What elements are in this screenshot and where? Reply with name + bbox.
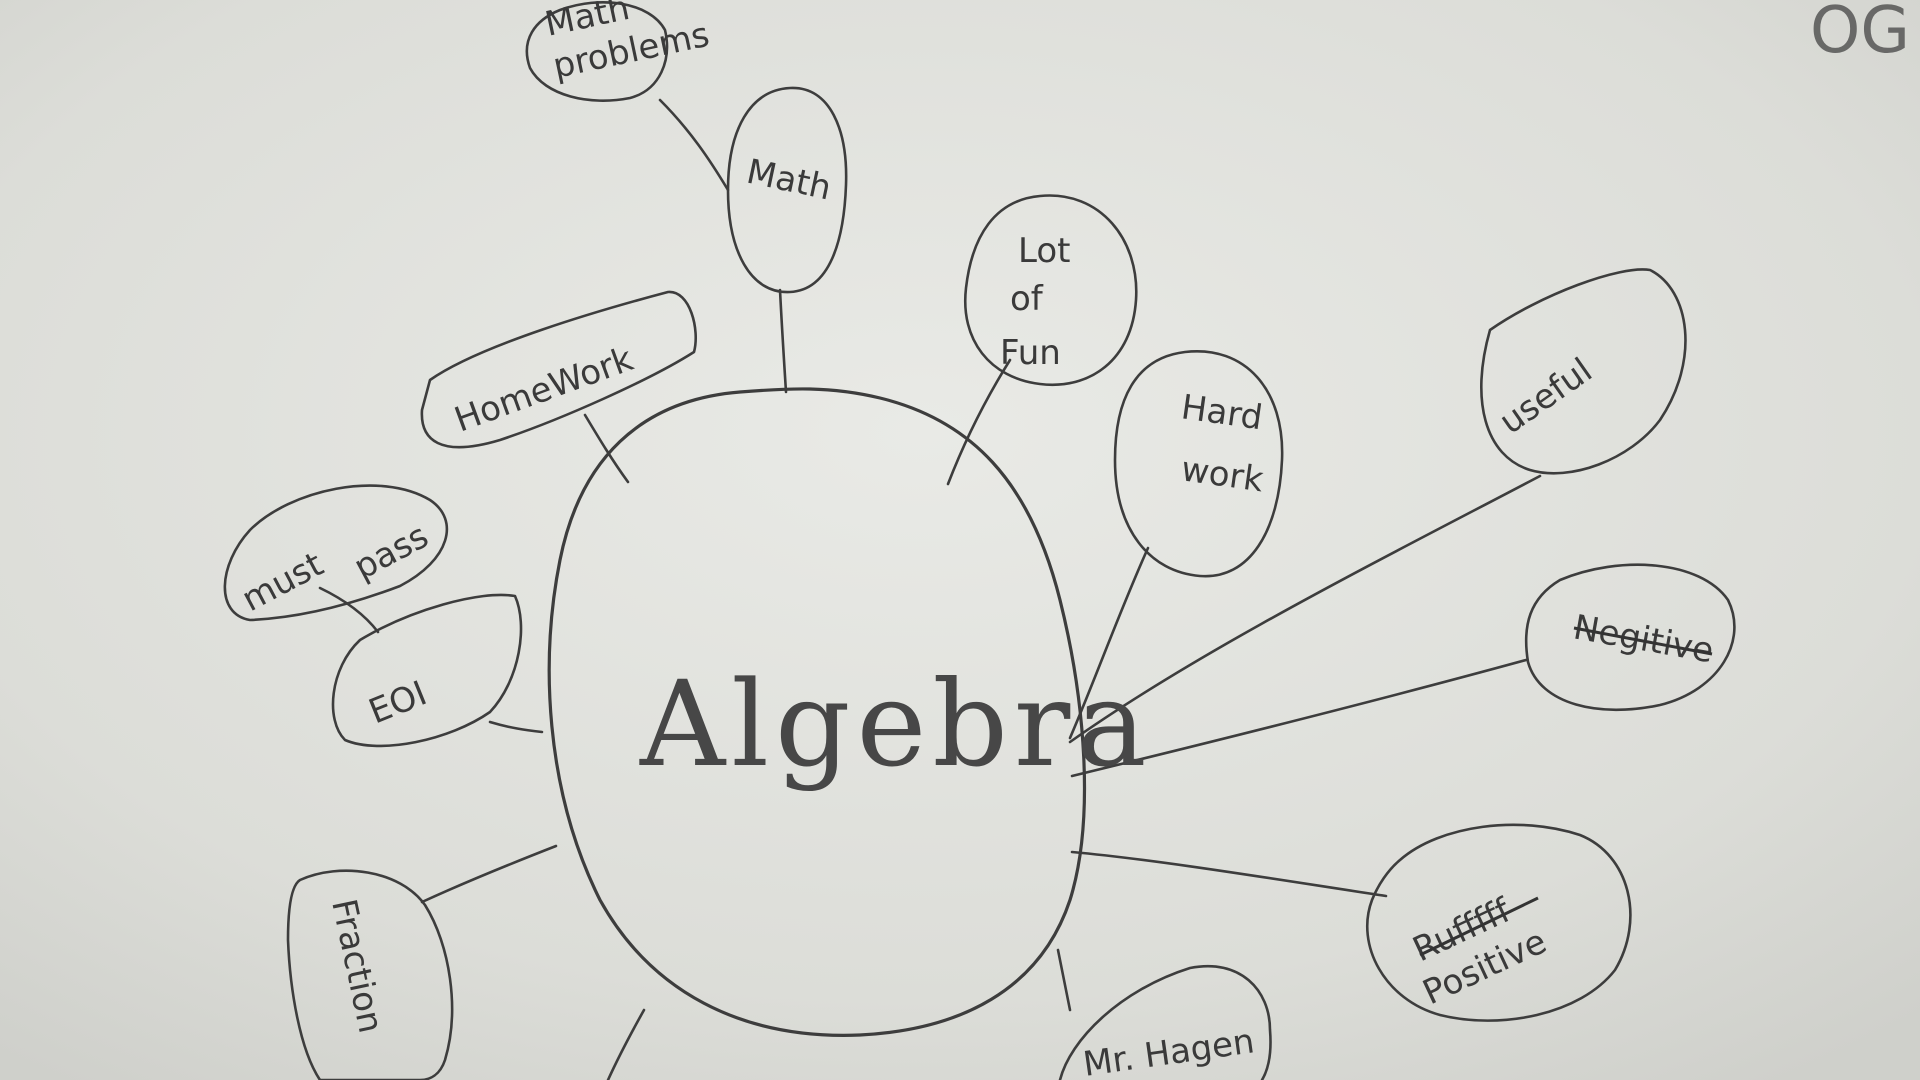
- node-lot-of-fun-line-1: Lot: [1018, 231, 1070, 271]
- node-lot-of-fun-line-3: Fun: [1000, 333, 1061, 373]
- node-lot-of-fun-line-2: of: [1010, 279, 1044, 319]
- center-label: Algebra: [639, 655, 1153, 793]
- mind-map-canvas: Algebra Math problems Math Lot of Fun Ha…: [0, 0, 1920, 1080]
- corner-mark: OG: [1810, 0, 1910, 68]
